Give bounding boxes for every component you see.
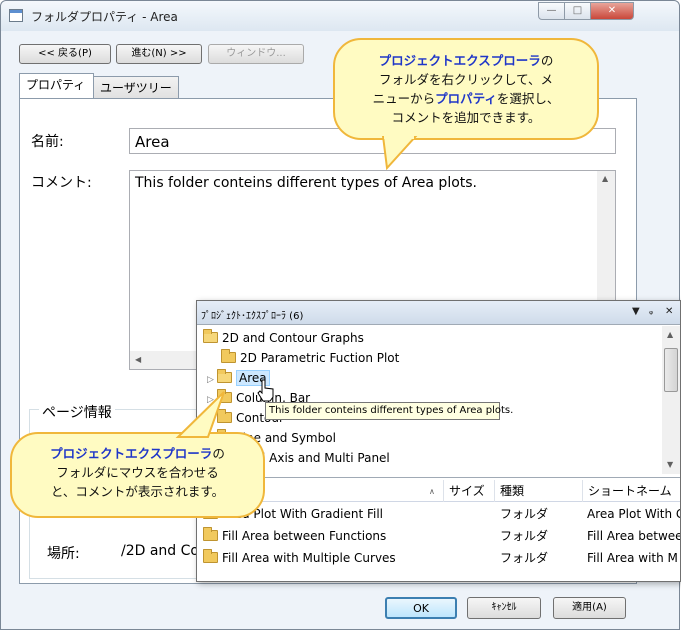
project-explorer-title-bar: ﾌﾟﾛｼﾞｪｸﾄ･ｴｸｽﾌﾟﾛｰﾗ (6) ▼ ᵩ ✕ xyxy=(197,301,680,325)
folder-icon xyxy=(221,349,236,363)
item-short-name: Area Plot With G xyxy=(587,507,680,521)
column-short-name[interactable]: ショートネーム xyxy=(582,480,680,502)
expand-icon[interactable]: ▷ xyxy=(207,370,217,390)
title-bar: フォルダプロパティ - Area — □ ✕ xyxy=(1,1,679,31)
minimize-button[interactable]: — xyxy=(538,2,565,20)
item-short-name: Fill Area with M xyxy=(587,551,678,565)
pin-icon[interactable]: ᵩ xyxy=(649,306,653,317)
project-explorer-title: ﾌﾟﾛｼﾞｪｸﾄ･ｴｸｽﾌﾟﾛｰﾗ (6) xyxy=(201,311,304,322)
item-short-name: Fill Area betwee xyxy=(587,529,680,543)
tree-node[interactable]: 2D and Contour Graphs xyxy=(203,328,364,348)
folder-contents-list: ∧ サイズ 種類 ショートネーム Area Plot With Gradient… xyxy=(197,477,680,581)
comment-label: コメント: xyxy=(31,175,92,191)
folder-icon xyxy=(203,549,218,563)
forward-button[interactable]: 進む(N) >> xyxy=(116,44,202,64)
close-icon[interactable]: ✕ xyxy=(665,306,673,317)
scroll-up-icon[interactable]: ▲ xyxy=(602,174,608,183)
list-item[interactable]: Area Plot With Gradient Fill フォルダ Area P… xyxy=(197,503,680,525)
list-header: ∧ サイズ 種類 ショートネーム xyxy=(197,480,680,502)
list-item[interactable]: Fill Area with Multiple Curves フォルダ Fill… xyxy=(197,547,680,569)
sort-icon: ∧ xyxy=(429,487,435,496)
window-button: ウィンドウ... xyxy=(208,44,304,64)
folder-open-icon xyxy=(217,369,232,383)
folder-open-icon xyxy=(203,329,218,343)
tree-node[interactable]: 2D Parametric Fuction Plot xyxy=(221,348,399,368)
hand-cursor-icon xyxy=(257,379,274,402)
item-type: フォルダ xyxy=(500,507,549,521)
callout-top-pointer xyxy=(381,136,418,170)
item-name: Fill Area with Multiple Curves xyxy=(222,551,396,565)
scroll-thumb[interactable] xyxy=(664,348,678,392)
dropdown-icon[interactable]: ▼ xyxy=(632,306,640,317)
location-value: /2D and Co xyxy=(121,543,199,559)
back-button[interactable]: << 戻る(P) xyxy=(19,44,111,64)
name-label: 名前: xyxy=(31,134,64,150)
scroll-left-icon[interactable]: ◀ xyxy=(135,355,141,364)
cancel-button[interactable]: ｷｬﾝｾﾙ xyxy=(467,597,541,619)
folder-icon xyxy=(203,527,218,541)
tab-user-tree[interactable]: ユーザツリー xyxy=(93,76,179,99)
tab-properties[interactable]: プロパティ xyxy=(19,73,94,98)
callout-bottom: プロジェクトエクスプローラの フォルダにマウスを合わせる と、コメントが表示され… xyxy=(10,432,265,518)
window-title: フォルダプロパティ - Area xyxy=(31,10,178,24)
callout-bottom-pointer xyxy=(175,391,225,438)
ok-button[interactable]: OK xyxy=(385,597,457,619)
tree-vertical-scrollbar[interactable]: ▲ ▼ xyxy=(662,326,680,474)
scroll-down-icon[interactable]: ▼ xyxy=(667,460,673,469)
item-type: フォルダ xyxy=(500,529,549,543)
column-size[interactable]: サイズ xyxy=(443,480,488,502)
folder-comment-tooltip: This folder conteins different types of … xyxy=(265,402,513,420)
apply-button[interactable]: 適用(A) xyxy=(553,597,626,619)
list-item[interactable]: Fill Area between Functions フォルダ Fill Ar… xyxy=(197,525,680,547)
item-type: フォルダ xyxy=(500,551,549,565)
scroll-up-icon[interactable]: ▲ xyxy=(667,330,673,339)
page-info-label: ページ情報 xyxy=(39,402,115,422)
window-icon xyxy=(9,9,23,22)
column-type[interactable]: 種類 xyxy=(494,480,579,502)
location-label: 場所: xyxy=(47,546,80,562)
maximize-button[interactable]: □ xyxy=(564,2,591,20)
callout-top: プロジェクトエクスプローラの フォルダを右クリックして、メ ニューからプロパティ… xyxy=(333,38,599,140)
project-explorer: ﾌﾟﾛｼﾞｪｸﾄ･ｴｸｽﾌﾟﾛｰﾗ (6) ▼ ᵩ ✕ 2D and Conto… xyxy=(196,300,681,582)
item-name: Fill Area between Functions xyxy=(222,529,387,543)
close-button[interactable]: ✕ xyxy=(590,2,634,20)
